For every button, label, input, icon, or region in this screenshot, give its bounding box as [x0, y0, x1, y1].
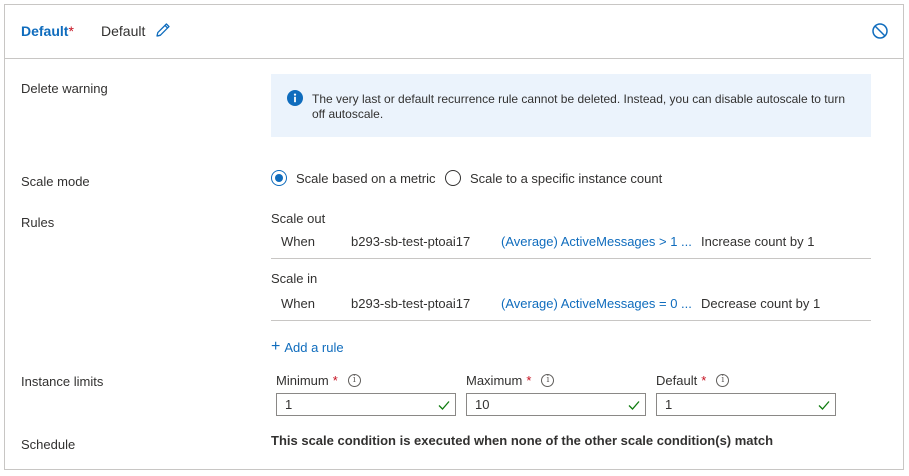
- condition-title: Default*: [21, 23, 74, 39]
- maximum-input[interactable]: [475, 397, 615, 412]
- delete-warning-message: The very last or default recurrence rule…: [271, 74, 871, 137]
- rules-label: Rules: [21, 215, 55, 230]
- rule-metric-link[interactable]: (Average) ActiveMessages > 1 ...: [501, 234, 692, 249]
- delete-warning-text: The very last or default recurrence rule…: [312, 92, 845, 121]
- rule-action: Increase count by 1: [701, 234, 815, 249]
- scale-mode-label: Scale mode: [21, 174, 90, 189]
- condition-title-text: Default: [21, 23, 69, 39]
- condition-header: Default* Default: [5, 5, 903, 59]
- checkmark-icon: [818, 401, 830, 410]
- instance-limits-label: Instance limits: [21, 374, 104, 389]
- radio-scale-by-metric[interactable]: Scale based on a metric: [271, 168, 435, 188]
- default-label-text: Default: [656, 373, 698, 388]
- minimum-field[interactable]: [276, 393, 456, 416]
- add-rule-button[interactable]: + Add a rule: [271, 338, 344, 356]
- minimum-input[interactable]: [285, 397, 425, 412]
- radio-selected-indicator: [271, 170, 287, 186]
- scale-in-rule-row[interactable]: When b293-sb-test-ptoai17 (Average) Acti…: [271, 291, 871, 321]
- scale-in-label: Scale in: [271, 271, 318, 286]
- maximum-field[interactable]: [466, 393, 646, 416]
- radio-unselected-indicator: [445, 170, 461, 186]
- checkmark-icon: [628, 401, 640, 410]
- required-mark: *: [68, 23, 74, 39]
- default-label: Default * i: [656, 373, 730, 388]
- rule-resource: b293-sb-test-ptoai17: [351, 234, 471, 249]
- required-mark: *: [332, 373, 338, 388]
- schedule-text: This scale condition is executed when no…: [271, 433, 774, 448]
- add-rule-label: Add a rule: [284, 339, 344, 355]
- info-tooltip-icon[interactable]: i: [541, 374, 555, 387]
- radio-label: Scale based on a metric: [296, 170, 436, 186]
- checkmark-icon: [438, 401, 450, 410]
- info-tooltip-icon[interactable]: i: [347, 374, 361, 387]
- edit-name-button[interactable]: [153, 20, 173, 40]
- scale-condition-panel: Default* Default Delete warning The very…: [4, 4, 904, 470]
- rule-action: Decrease count by 1: [701, 296, 821, 311]
- rule-resource: b293-sb-test-ptoai17: [351, 296, 471, 311]
- condition-name: Default: [101, 23, 146, 39]
- default-input[interactable]: [665, 397, 805, 412]
- delete-warning-label: Delete warning: [21, 81, 108, 96]
- radio-scale-to-instance-count[interactable]: Scale to a specific instance count: [445, 168, 662, 188]
- scale-out-rule-row[interactable]: When b293-sb-test-ptoai17 (Average) Acti…: [271, 229, 871, 259]
- rule-when: When: [281, 234, 315, 249]
- maximum-label: Maximum * i: [466, 373, 555, 388]
- radio-label: Scale to a specific instance count: [470, 170, 663, 186]
- minimum-label: Minimum * i: [276, 373, 361, 388]
- prohibited-icon: [872, 23, 888, 39]
- rule-metric-link[interactable]: (Average) ActiveMessages = 0 ...: [501, 296, 692, 311]
- maximum-label-text: Maximum: [466, 373, 523, 388]
- scale-out-label: Scale out: [271, 211, 326, 226]
- plus-icon: +: [271, 338, 281, 355]
- pencil-icon: [156, 23, 170, 37]
- info-icon: [287, 90, 303, 106]
- disable-condition-button[interactable]: [871, 22, 889, 40]
- required-mark: *: [701, 373, 707, 388]
- default-field[interactable]: [656, 393, 836, 416]
- info-tooltip-icon[interactable]: i: [716, 374, 730, 387]
- rule-when: When: [281, 296, 315, 311]
- minimum-label-text: Minimum: [276, 373, 329, 388]
- schedule-label: Schedule: [21, 437, 76, 452]
- required-mark: *: [526, 373, 532, 388]
